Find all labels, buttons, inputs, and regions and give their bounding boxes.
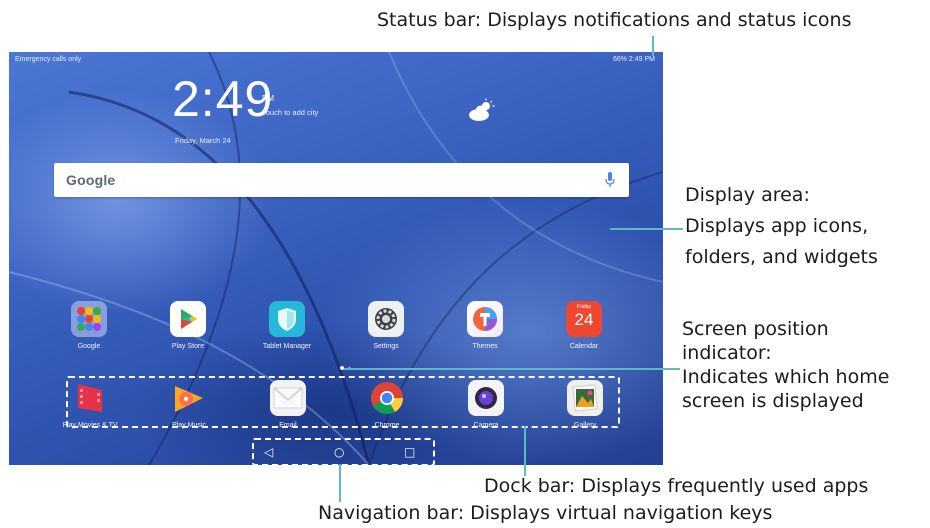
weather-cloud-sun-icon[interactable]	[467, 98, 497, 124]
app-label: Settings	[373, 343, 399, 350]
app-label: Play Store	[171, 343, 205, 350]
google-folder-icon	[71, 301, 107, 337]
status-bar-callout: Status bar: Displays notifications and s…	[377, 9, 852, 31]
add-city-link[interactable]: Touch to add city	[262, 108, 318, 117]
clock-date: Friday, March 24	[175, 136, 231, 145]
dock-bar-leader	[524, 426, 526, 476]
screen-position-callout: Screen position indicator: Indicates whi…	[682, 318, 890, 412]
navigation-bar-callout: Navigation bar: Displays virtual navigat…	[318, 502, 773, 524]
display-area-callout: Display area: Displays app icons, folder…	[685, 184, 878, 268]
app-tablet-manager[interactable]: Tablet Manager	[257, 301, 317, 350]
microphone-icon[interactable]	[605, 172, 615, 188]
app-settings[interactable]: Settings	[356, 301, 416, 350]
calendar-day-number: 24	[574, 310, 594, 329]
clock-ampm: PM	[262, 94, 274, 103]
app-play-store[interactable]: Play Store	[158, 301, 218, 350]
google-search-bar[interactable]: Google	[54, 163, 629, 197]
screen-position-leader	[344, 368, 680, 370]
app-label: Themes	[472, 343, 498, 350]
calendar-icon: Friday 24	[566, 301, 602, 337]
status-bar: Emergency calls only 66% 2:49 PM	[9, 52, 663, 68]
app-label: Google	[77, 343, 101, 350]
carrier-status: Emergency calls only	[15, 56, 82, 63]
app-google-folder[interactable]: Google	[59, 301, 119, 350]
display-area-leader	[610, 228, 683, 230]
app-label: Tablet Manager	[262, 343, 312, 350]
google-logo: Google	[66, 172, 116, 188]
tablet-manager-icon	[269, 301, 305, 337]
status-bar-leader	[652, 36, 654, 56]
settings-icon	[368, 301, 404, 337]
app-label: Calendar	[569, 343, 599, 350]
app-calendar[interactable]: Friday 24 Calendar	[554, 301, 614, 350]
status-icons: 66% 2:49 PM	[612, 56, 655, 63]
play-store-icon	[170, 301, 206, 337]
calendar-day-name: Friday	[577, 304, 591, 310]
navigation-bar-highlight	[252, 438, 435, 466]
dock-bar-callout: Dock bar: Displays frequently used apps	[484, 475, 869, 497]
app-themes[interactable]: Themes	[455, 301, 515, 350]
clock-time[interactable]: 2:49	[172, 74, 273, 124]
themes-icon	[467, 301, 503, 337]
dock-bar-highlight	[66, 376, 620, 428]
navigation-bar-leader	[339, 464, 341, 502]
